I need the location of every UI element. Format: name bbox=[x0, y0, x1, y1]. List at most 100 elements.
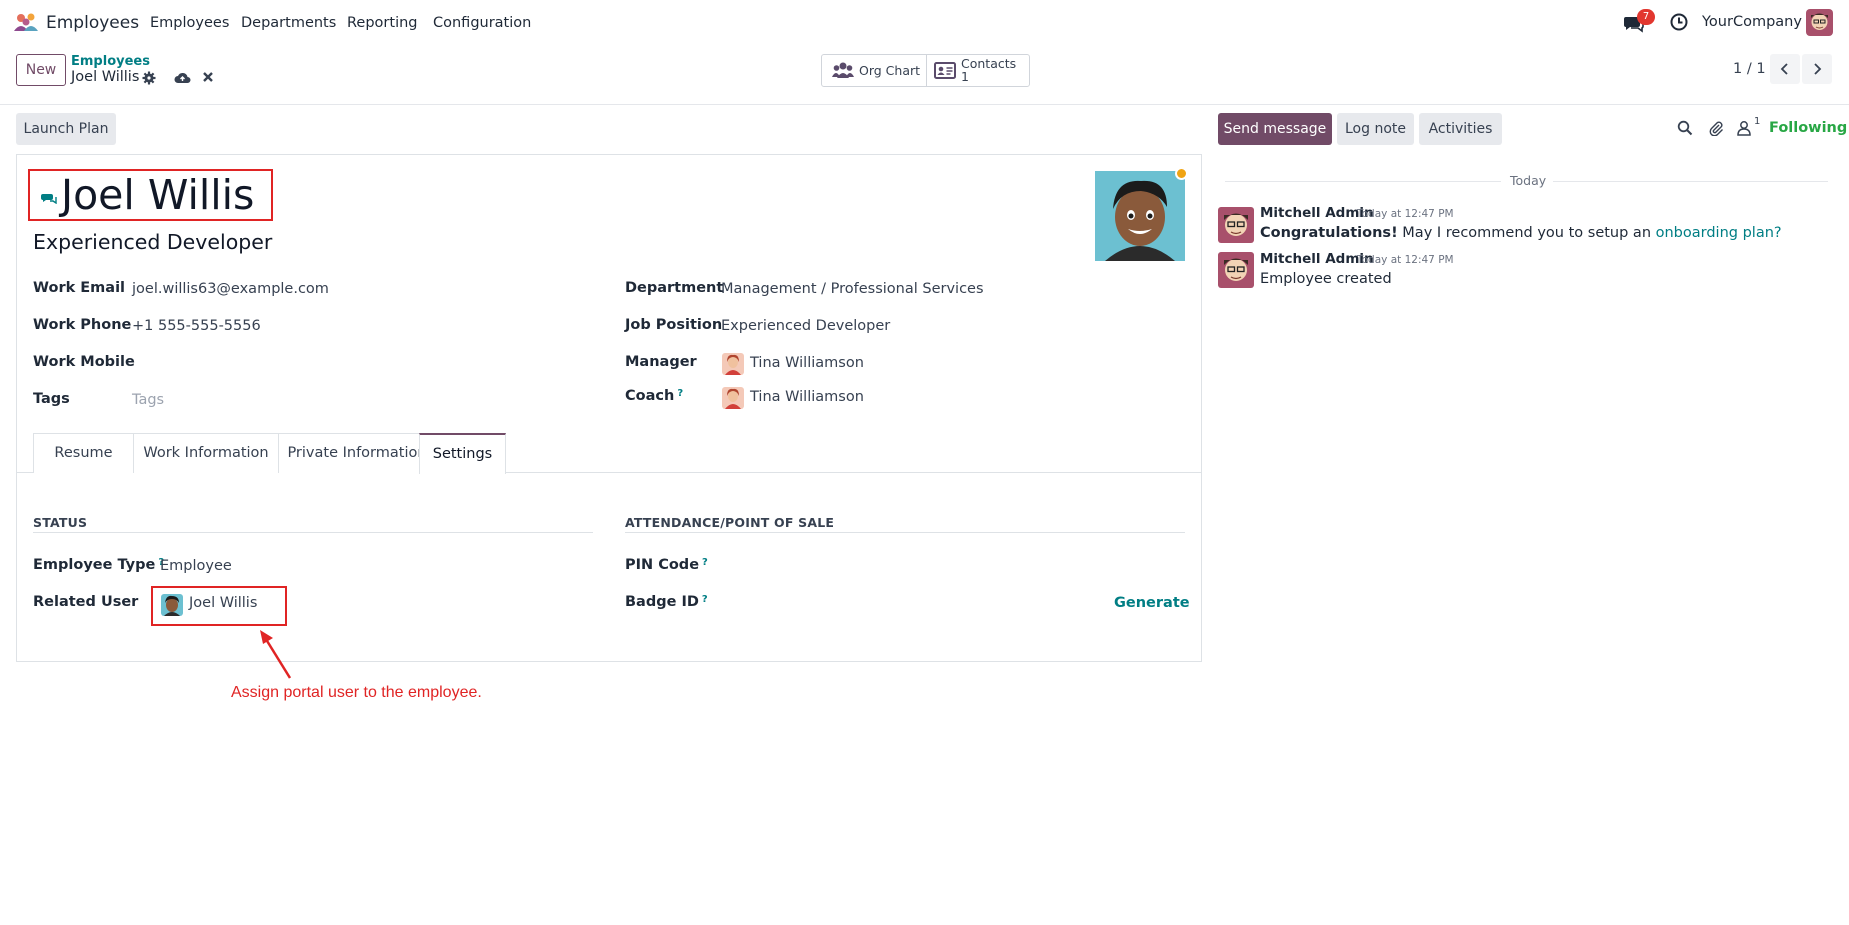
work-phone-label: Work Phone bbox=[33, 317, 132, 333]
coach-label-text: Coach bbox=[625, 388, 675, 404]
control-panel: New Employees Joel Willis Org Chart Cont… bbox=[0, 46, 1849, 105]
annotation-arrow-icon bbox=[260, 630, 292, 679]
date-divider-left bbox=[1225, 181, 1501, 182]
tab-settings[interactable]: Settings bbox=[419, 433, 506, 474]
message-author-avatar[interactable] bbox=[1218, 252, 1254, 288]
related-user-label: Related User bbox=[33, 594, 139, 610]
job-title-field[interactable]: Experienced Developer bbox=[33, 230, 272, 254]
search-icon[interactable] bbox=[1677, 120, 1693, 136]
activities-button[interactable]: Activities bbox=[1419, 113, 1502, 145]
work-mobile-field[interactable] bbox=[132, 355, 532, 375]
contacts-count: 1 bbox=[961, 69, 969, 84]
coach-label: Coach? bbox=[625, 388, 683, 404]
status-section-title: STATUS bbox=[33, 515, 88, 530]
tags-field[interactable]: Tags bbox=[132, 392, 164, 408]
smart-buttons: Org Chart Contacts 1 bbox=[821, 54, 1030, 87]
pager-previous-button[interactable] bbox=[1770, 54, 1800, 84]
breadcrumb-current: Joel Willis bbox=[71, 69, 140, 85]
company-switcher[interactable]: YourCompany bbox=[1702, 14, 1802, 30]
employee-name[interactable]: Joel Willis bbox=[61, 171, 254, 219]
send-message-button[interactable]: Send message bbox=[1218, 113, 1332, 145]
messages-badge: 7 bbox=[1637, 9, 1655, 25]
message-time: Today at 12:47 PM bbox=[1357, 254, 1454, 266]
attendance-section-title: ATTENDANCE/POINT OF SALE bbox=[625, 515, 835, 530]
message-time: Today at 12:47 PM bbox=[1357, 208, 1454, 220]
app-title[interactable]: Employees bbox=[46, 13, 139, 33]
discard-close-icon[interactable] bbox=[201, 70, 215, 84]
contacts-label: Contacts bbox=[961, 56, 1017, 71]
work-email-field[interactable]: joel.willis63@example.com bbox=[132, 281, 329, 297]
chevron-right-icon bbox=[1814, 63, 1822, 75]
paperclip-icon[interactable] bbox=[1708, 120, 1724, 136]
manager-field[interactable]: Tina Williamson bbox=[750, 355, 864, 371]
employees-app-icon[interactable] bbox=[12, 11, 40, 35]
message-author-avatar[interactable] bbox=[1218, 207, 1254, 243]
chat-bubble-icon[interactable] bbox=[41, 191, 57, 204]
users-icon bbox=[832, 62, 854, 78]
badge-id-label-text: Badge ID bbox=[625, 594, 699, 610]
user-avatar[interactable] bbox=[1806, 9, 1833, 36]
onboarding-plan-link[interactable]: onboarding plan? bbox=[1656, 225, 1782, 241]
gear-icon[interactable] bbox=[142, 71, 156, 85]
message-text: May I recommend you to setup an bbox=[1397, 225, 1656, 241]
employee-type-label-text: Employee Type bbox=[33, 557, 156, 573]
menu-departments[interactable]: Departments bbox=[241, 15, 336, 31]
save-cloud-icon[interactable] bbox=[174, 71, 191, 85]
attendance-divider bbox=[625, 532, 1185, 533]
badge-id-help-icon[interactable]: ? bbox=[702, 594, 708, 605]
job-position-label: Job Position bbox=[625, 317, 723, 333]
contacts-button[interactable]: Contacts 1 bbox=[927, 55, 1029, 86]
badge-id-label: Badge ID? bbox=[625, 594, 708, 610]
status-divider bbox=[33, 532, 593, 533]
pin-code-label: PIN Code? bbox=[625, 557, 708, 573]
contact-card-icon bbox=[934, 62, 956, 79]
date-separator: Today bbox=[1510, 173, 1547, 188]
followers-user-icon[interactable] bbox=[1736, 120, 1752, 136]
launch-plan-button[interactable]: Launch Plan bbox=[16, 113, 116, 145]
message-body: Congratulations! May I recommend you to … bbox=[1260, 225, 1782, 241]
chevron-left-icon bbox=[1780, 63, 1788, 75]
department-field[interactable]: Management / Professional Services bbox=[721, 281, 984, 297]
employee-type-field[interactable]: Employee bbox=[160, 558, 232, 574]
coach-help-icon[interactable]: ? bbox=[677, 388, 683, 399]
menu-configuration[interactable]: Configuration bbox=[433, 15, 531, 31]
work-email-label: Work Email bbox=[33, 280, 126, 296]
menu-employees[interactable]: Employees bbox=[150, 15, 229, 31]
org-chart-label: Org Chart bbox=[859, 63, 921, 78]
annotation-text: Assign portal user to the employee. bbox=[231, 684, 482, 701]
job-position-field[interactable]: Experienced Developer bbox=[721, 318, 890, 334]
date-divider-right bbox=[1553, 181, 1828, 182]
org-chart-button[interactable]: Org Chart bbox=[822, 55, 927, 86]
tab-work-information[interactable]: Work Information bbox=[133, 433, 279, 473]
tags-label: Tags bbox=[33, 391, 70, 407]
followers-count: 1 bbox=[1754, 116, 1761, 127]
manager-avatar bbox=[722, 353, 744, 375]
activity-clock-icon[interactable] bbox=[1669, 12, 1689, 32]
pager-value[interactable]: 1 / 1 bbox=[1733, 61, 1766, 77]
tab-resume[interactable]: Resume bbox=[33, 433, 134, 473]
menu-reporting[interactable]: Reporting bbox=[347, 15, 418, 31]
message-body: Employee created bbox=[1260, 271, 1392, 287]
manager-label: Manager bbox=[625, 354, 697, 370]
log-note-button[interactable]: Log note bbox=[1337, 113, 1414, 145]
work-mobile-label: Work Mobile bbox=[33, 354, 135, 370]
coach-avatar bbox=[722, 387, 744, 409]
new-button[interactable]: New bbox=[16, 54, 66, 86]
tab-private-information[interactable]: Private Information bbox=[278, 433, 436, 473]
generate-badge-button[interactable]: Generate bbox=[1114, 595, 1190, 611]
related-user-field[interactable]: Joel Willis bbox=[189, 595, 257, 611]
presence-status-dot bbox=[1175, 167, 1188, 180]
related-user-avatar bbox=[161, 594, 183, 616]
top-navbar: Employees Employees Departments Reportin… bbox=[0, 0, 1849, 46]
pager-next-button[interactable] bbox=[1802, 54, 1832, 84]
pin-code-help-icon[interactable]: ? bbox=[702, 557, 708, 568]
department-label: Department bbox=[625, 280, 724, 296]
breadcrumb-parent[interactable]: Employees bbox=[71, 54, 150, 69]
following-button[interactable]: Following bbox=[1769, 120, 1847, 136]
notebook-tabs: Resume Work Information Private Informat… bbox=[16, 433, 1202, 474]
coach-field[interactable]: Tina Williamson bbox=[750, 389, 864, 405]
employee-type-label: Employee Type? bbox=[33, 557, 164, 573]
pin-code-label-text: PIN Code bbox=[625, 557, 700, 573]
work-phone-field[interactable]: +1 555-555-5556 bbox=[132, 318, 261, 334]
employee-photo[interactable] bbox=[1095, 171, 1185, 261]
